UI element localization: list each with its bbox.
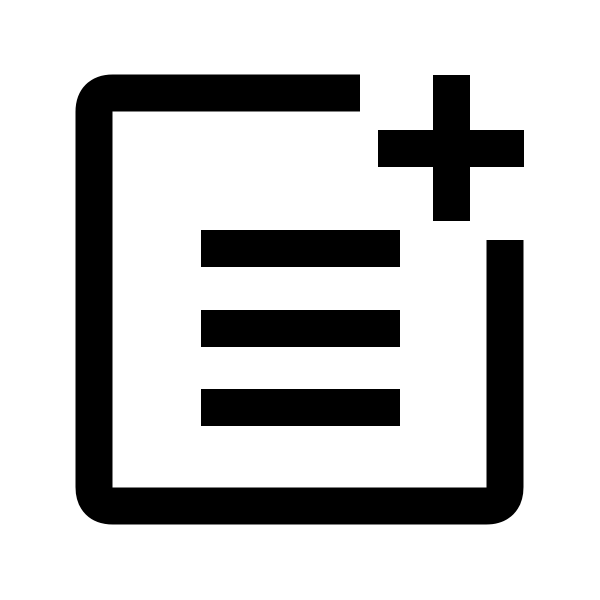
add-note-icon — [75, 74, 524, 525]
text-line-2 — [201, 310, 400, 347]
plus-horizontal-bar — [378, 130, 524, 167]
text-line-1 — [201, 230, 400, 267]
icon-canvas — [0, 0, 600, 600]
text-line-3 — [201, 389, 400, 426]
